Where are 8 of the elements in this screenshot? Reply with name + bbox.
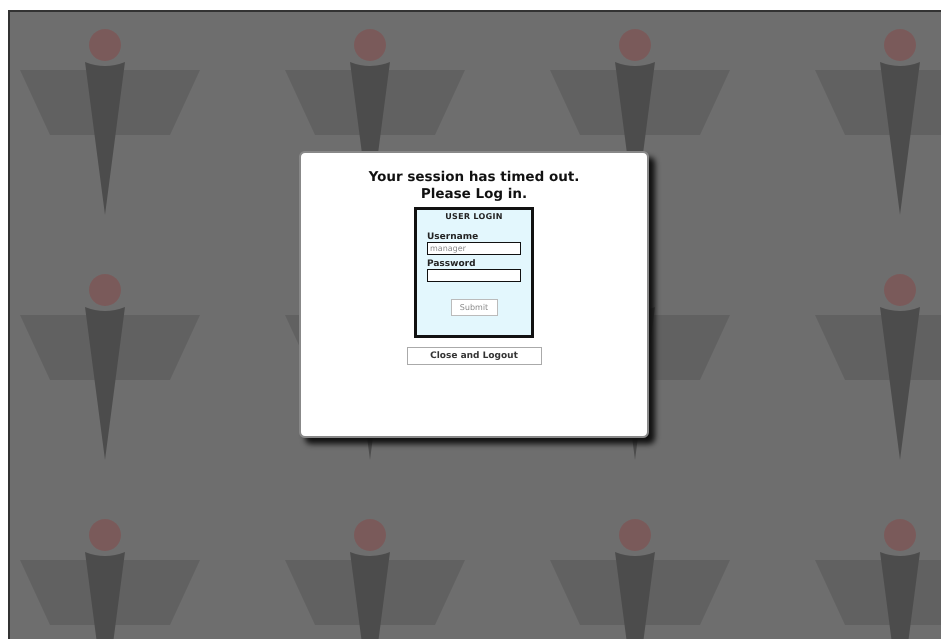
input-field[interactable] (427, 269, 521, 282)
dialog-title: Your session has timed out. Please Log in. (368, 169, 580, 203)
input-field[interactable]: manager (427, 242, 521, 255)
panel-heading: USER LOGIN (445, 212, 503, 221)
submit-button[interactable]: Submit (450, 299, 498, 316)
close-logout-button[interactable]: Close and Logout (406, 347, 542, 365)
field-label: Password (427, 259, 477, 269)
field-label: Username (427, 232, 480, 242)
